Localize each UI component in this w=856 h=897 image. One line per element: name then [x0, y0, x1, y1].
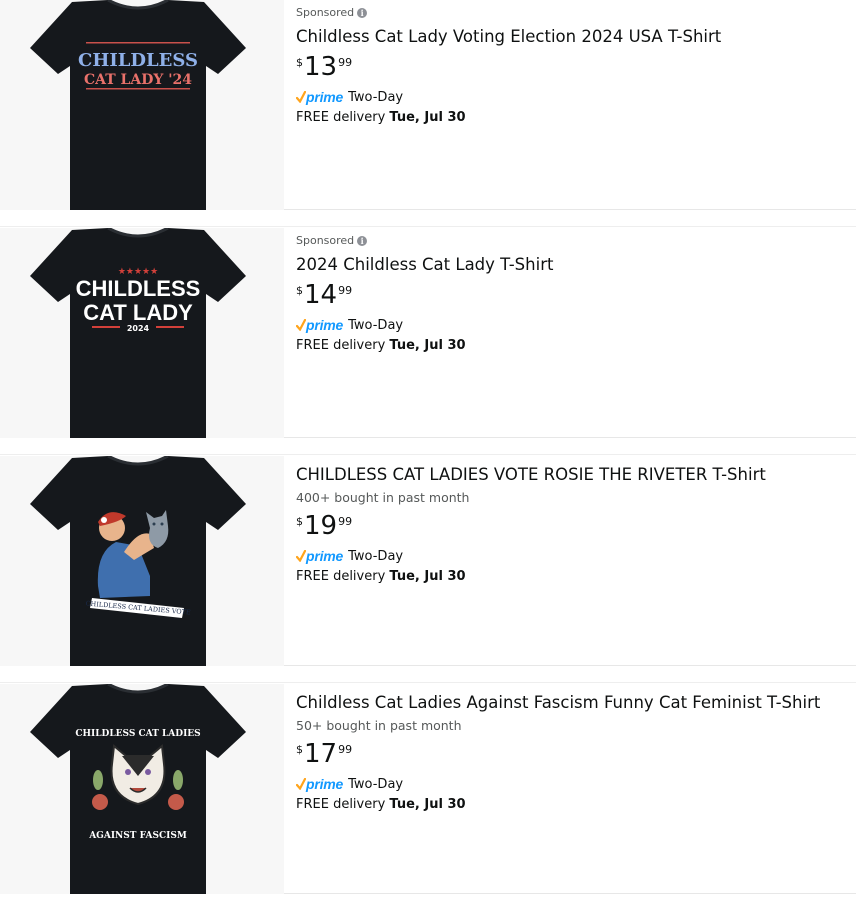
info-icon[interactable]: i — [357, 8, 368, 18]
prime-word: prime — [306, 89, 344, 105]
product-price: $ 17 99 — [296, 739, 848, 769]
shirt-print-year: 2024 — [127, 324, 150, 333]
price-symbol: $ — [296, 284, 303, 297]
product-image[interactable]: CHILDLESS CAT LADIES VOTE — [0, 456, 284, 666]
shirt-print-line2: CAT LADY — [83, 300, 193, 325]
product-title[interactable]: CHILDLESS CAT LADIES VOTE ROSIE THE RIVE… — [296, 464, 848, 486]
delivery-date: Tue, Jul 30 — [389, 338, 466, 353]
prime-badge-row: prime Two-Day — [296, 775, 848, 793]
shirt-print-bottom-text: AGAINST FASCISM — [88, 831, 187, 841]
product-image[interactable]: CHILDLESS CAT LADY '24 — [0, 0, 284, 210]
delivery-prefix: FREE delivery — [296, 110, 386, 125]
prime-badge-row: prime Two-Day — [296, 547, 848, 565]
delivery-info: FREE delivery Tue, Jul 30 — [296, 568, 848, 586]
prime-check-icon — [296, 778, 306, 790]
prime-word: prime — [306, 548, 344, 564]
prime-word: prime — [306, 776, 344, 792]
delivery-info: FREE delivery Tue, Jul 30 — [296, 796, 848, 814]
prime-logo: prime — [296, 89, 343, 105]
product-result: CHILDLESS CAT LADIES AGAINST FASCISM Chi… — [0, 682, 856, 894]
bought-count: 400+ bought in past month — [296, 490, 470, 505]
prime-check-icon — [296, 91, 306, 103]
delivery-prefix: FREE delivery — [296, 569, 386, 584]
delivery-speed: Two-Day — [348, 317, 404, 333]
product-result: CHILDLESS CAT LADY '24 Sponsored i Child… — [0, 0, 856, 210]
search-results-list: CHILDLESS CAT LADY '24 Sponsored i Child… — [0, 0, 856, 897]
shirt-print-arc-text: CHILDLESS CAT LADIES — [75, 729, 200, 739]
price-fraction: 99 — [338, 515, 353, 528]
product-title[interactable]: Childless Cat Lady Voting Election 2024 … — [296, 26, 848, 48]
sponsored-text: Sponsored — [296, 234, 355, 247]
sponsored-label: Sponsored i — [296, 234, 848, 248]
shirt-print-line2: CAT LADY '24 — [84, 72, 192, 88]
delivery-speed: Two-Day — [348, 89, 404, 105]
product-image[interactable]: ★★★★★ CHILDLESS CAT LADY 2024 — [0, 228, 284, 438]
prime-word: prime — [306, 317, 344, 333]
sponsored-label: Sponsored i — [296, 6, 848, 20]
sponsored-text: Sponsored — [296, 6, 355, 19]
product-result: ★★★★★ CHILDLESS CAT LADY 2024 Sponsored … — [0, 226, 856, 438]
delivery-info: FREE delivery Tue, Jul 30 — [296, 337, 848, 355]
product-price: $ 13 99 — [296, 52, 848, 82]
delivery-date: Tue, Jul 30 — [389, 797, 466, 812]
price-fraction: 99 — [338, 284, 353, 297]
price-symbol: $ — [296, 743, 303, 756]
prime-check-icon — [296, 550, 306, 562]
prime-logo: prime — [296, 776, 343, 792]
product-price: $ 19 99 — [296, 511, 848, 541]
prime-check-icon — [296, 319, 306, 331]
delivery-prefix: FREE delivery — [296, 338, 386, 353]
price-whole: 14 — [304, 280, 338, 310]
price-whole: 13 — [304, 52, 338, 82]
delivery-speed: Two-Day — [348, 776, 404, 792]
product-title[interactable]: Childless Cat Ladies Against Fascism Fun… — [296, 692, 848, 714]
shirt-print-line1: CHILDLESS — [78, 50, 198, 71]
price-fraction: 99 — [338, 743, 353, 756]
prime-logo: prime — [296, 317, 343, 333]
shirt-print-line1: CHILDLESS — [76, 276, 201, 301]
delivery-date: Tue, Jul 30 — [389, 569, 466, 584]
prime-badge-row: prime Two-Day — [296, 316, 848, 334]
prime-logo: prime — [296, 548, 343, 564]
delivery-prefix: FREE delivery — [296, 797, 386, 812]
price-whole: 17 — [304, 739, 338, 769]
price-symbol: $ — [296, 56, 303, 69]
prime-badge-row: prime Two-Day — [296, 88, 848, 106]
delivery-date: Tue, Jul 30 — [389, 110, 466, 125]
bought-count: 50+ bought in past month — [296, 718, 462, 733]
product-image[interactable]: CHILDLESS CAT LADIES AGAINST FASCISM — [0, 684, 284, 894]
price-fraction: 99 — [338, 56, 353, 69]
delivery-speed: Two-Day — [348, 548, 404, 564]
product-price: $ 14 99 — [296, 280, 848, 310]
price-whole: 19 — [304, 511, 338, 541]
product-title[interactable]: 2024 Childless Cat Lady T-Shirt — [296, 254, 848, 276]
delivery-info: FREE delivery Tue, Jul 30 — [296, 109, 848, 127]
product-result: CHILDLESS CAT LADIES VOTE CHILDLESS CAT … — [0, 454, 856, 666]
price-symbol: $ — [296, 515, 303, 528]
info-icon[interactable]: i — [357, 236, 368, 246]
